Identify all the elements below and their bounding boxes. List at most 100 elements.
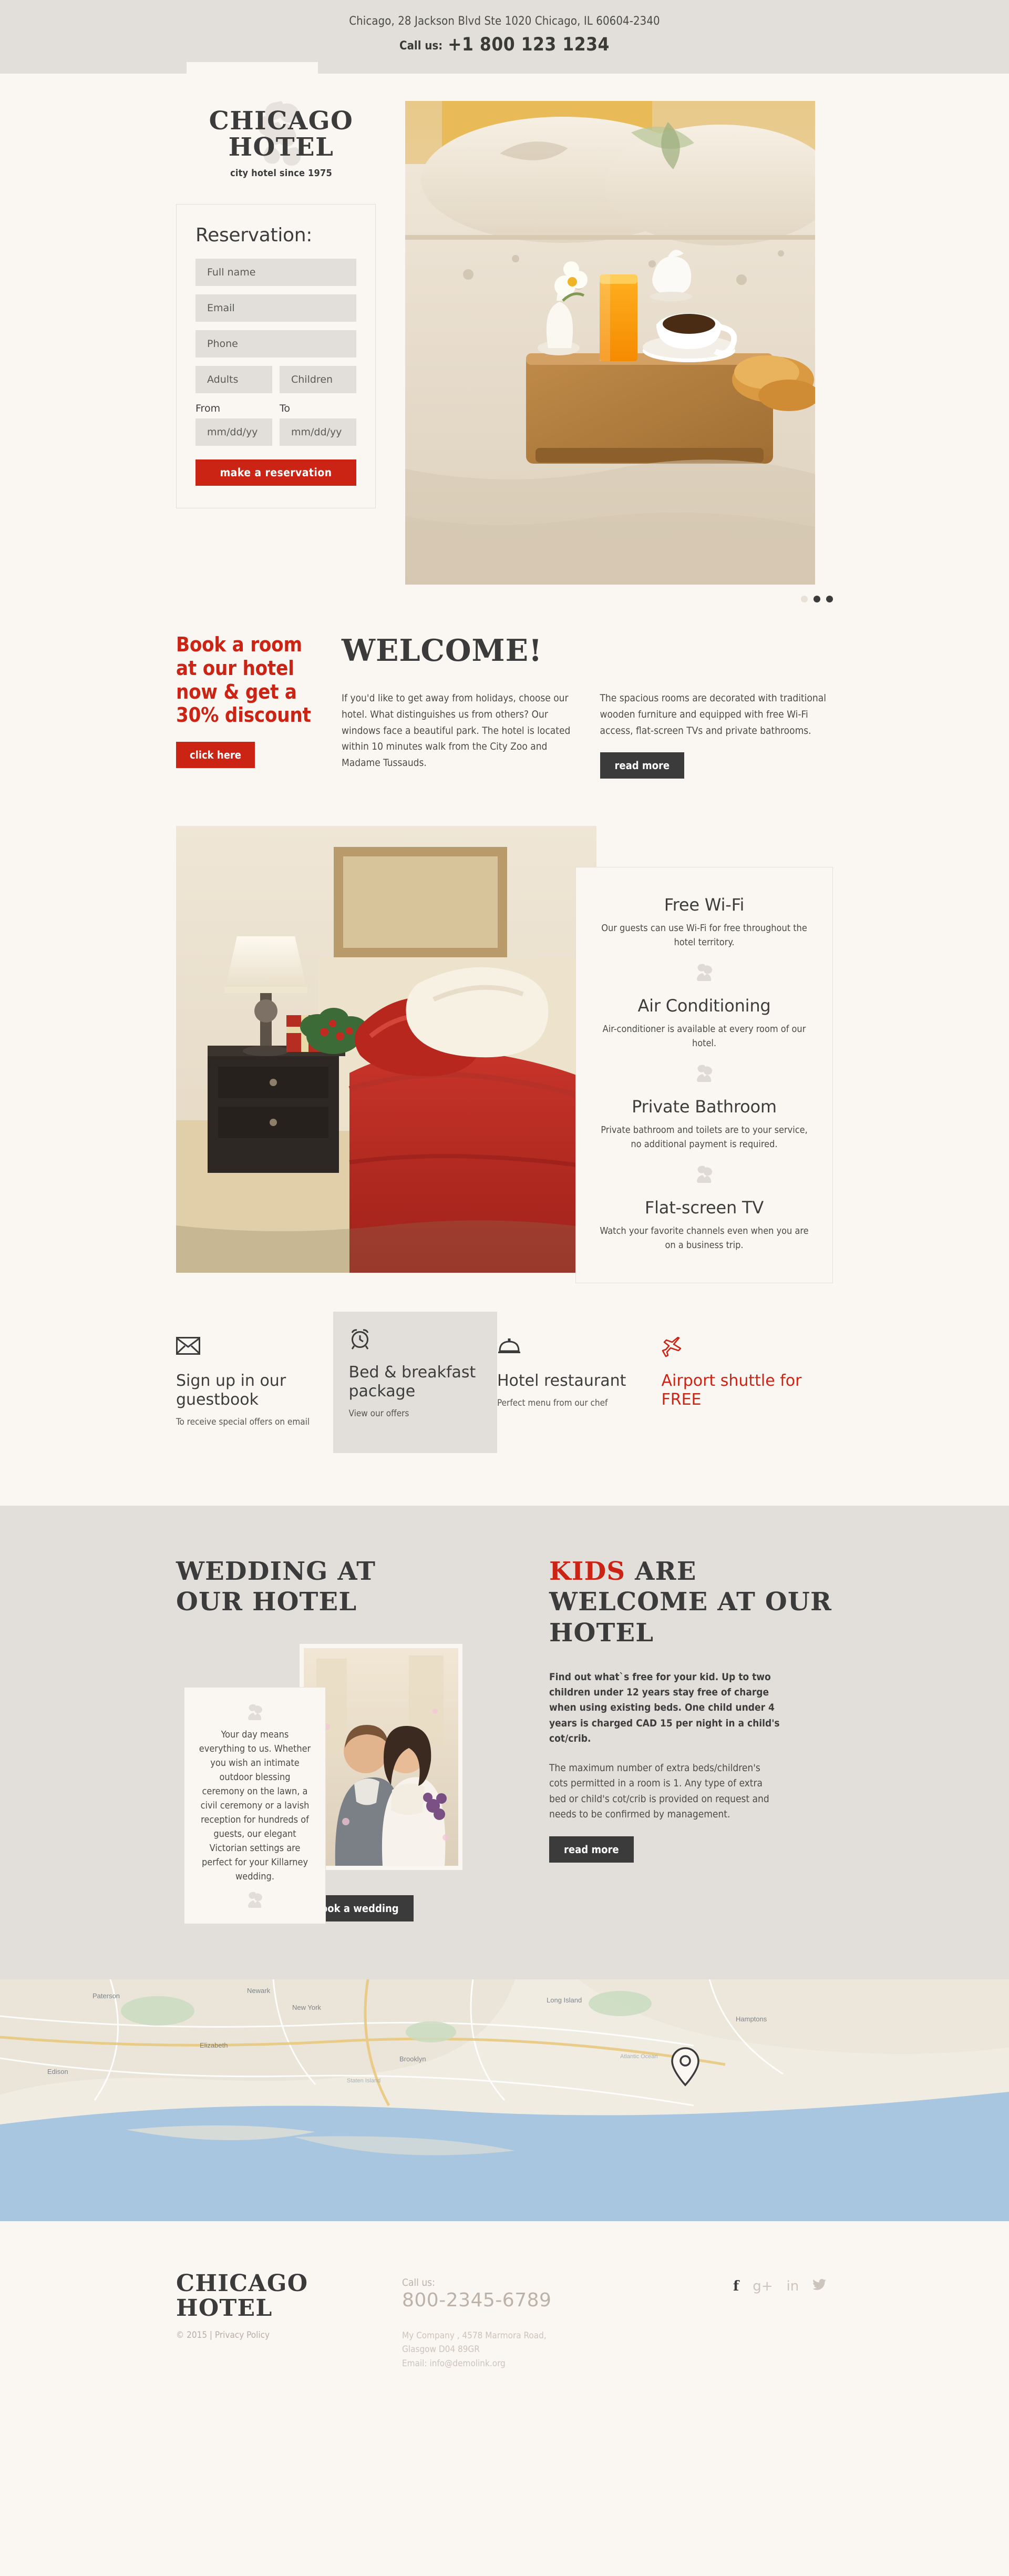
alarm-clock-icon bbox=[349, 1328, 482, 1354]
hero-left-column: Chicago Hotel city hotel since 1975 Rese… bbox=[176, 101, 386, 508]
service-card-guestbook[interactable]: Sign up in our guestbook To receive spec… bbox=[176, 1320, 341, 1453]
feature-item-3: Flat-screen TV Watch your favorite chann… bbox=[599, 1198, 809, 1252]
footer-logo-line2: Hotel bbox=[176, 2294, 273, 2322]
service-card-restaurant[interactable]: Hotel restaurant Perfect menu from our c… bbox=[497, 1320, 662, 1453]
service-card-bed-breakfast[interactable]: Bed & breakfast package View our offers bbox=[333, 1312, 497, 1453]
wedding-quote-box: Your day means everything to us. Whether… bbox=[184, 1687, 326, 1925]
wedding-block: Wedding at our hotel bbox=[176, 1556, 523, 1925]
features-panel: Free Wi-Fi Our guests can use Wi-Fi for … bbox=[575, 867, 833, 1284]
svg-text:Hamptons: Hamptons bbox=[736, 2015, 767, 2023]
welcome-content: Welcome! If you'd like to get away from … bbox=[342, 633, 833, 779]
envelope-icon bbox=[176, 1337, 323, 1362]
page-root: Chicago, 28 Jackson Blvd Ste 1020 Chicag… bbox=[0, 0, 1009, 2416]
welcome-text-1: If you'd like to get away from holidays,… bbox=[342, 692, 571, 769]
floral-ornament-bottom-icon bbox=[248, 1892, 262, 1908]
date-from-label: From bbox=[195, 402, 221, 414]
service-card-airport-shuttle[interactable]: Airport shuttle for FREE bbox=[662, 1320, 826, 1453]
footer-address: My Company , 4578 Marmora Road, Glasgow … bbox=[402, 2329, 733, 2370]
header-call-block: Call us: +1 800 123 1234 bbox=[176, 34, 833, 55]
wedding-heading: Wedding at our hotel bbox=[176, 1556, 523, 1618]
kids-heading-red: Kids bbox=[549, 1556, 626, 1586]
service-title-bed-breakfast: Bed & breakfast package bbox=[348, 1363, 476, 1401]
slider-dot-3[interactable] bbox=[826, 596, 833, 602]
floral-divider-icon bbox=[697, 964, 713, 984]
site-logo[interactable]: Chicago Hotel city hotel since 1975 bbox=[176, 101, 386, 183]
wedding-heading-line2: our hotel bbox=[176, 1587, 357, 1617]
kids-paragraph-bold: Find out what`s free for your kid. Up to… bbox=[549, 1671, 780, 1745]
breakfast-tray-photo bbox=[405, 101, 815, 585]
footer-logo-line1: Chicago bbox=[176, 2270, 308, 2297]
promo-title: Book a room at our hotel now & get a 30%… bbox=[176, 633, 311, 727]
svg-text:Elizabeth: Elizabeth bbox=[200, 2041, 228, 2049]
slider-dots[interactable] bbox=[801, 596, 833, 602]
footer-brand: Chicago Hotel © 2015 | Privacy Policy bbox=[176, 2270, 402, 2340]
footer-contact: Call us: 800-2345-6789 My Company , 4578… bbox=[402, 2272, 733, 2370]
feature-title-3: Flat-screen TV bbox=[644, 1198, 764, 1218]
service-bell-icon bbox=[497, 1337, 644, 1362]
adults-input[interactable] bbox=[195, 365, 272, 393]
map-image: Paterson Newark New York Long Island Eli… bbox=[0, 1979, 1009, 2222]
service-desc-guestbook: To receive special offers on email bbox=[176, 1417, 310, 1428]
reservation-heading: Reservation: bbox=[195, 224, 313, 246]
email-input[interactable] bbox=[195, 294, 356, 322]
feature-item-2: Private Bathroom Private bathroom and to… bbox=[599, 1097, 809, 1151]
footer-address-line2: Glasgow D04 89GR bbox=[402, 2344, 480, 2355]
svg-text:Brooklyn: Brooklyn bbox=[399, 2055, 426, 2063]
phone-input[interactable] bbox=[195, 330, 356, 357]
footer-copyright[interactable]: © 2015 | Privacy Policy bbox=[176, 2330, 402, 2340]
google-plus-icon[interactable]: g+ bbox=[753, 2279, 773, 2293]
welcome-column-2: The spacious rooms are decorated with tr… bbox=[600, 690, 833, 779]
date-to-input[interactable] bbox=[280, 418, 356, 446]
floral-ornament-top-icon bbox=[248, 1704, 262, 1721]
twitter-icon[interactable] bbox=[812, 2279, 827, 2293]
features-section: Free Wi-Fi Our guests can use Wi-Fi for … bbox=[0, 826, 1009, 1320]
slider-dot-2[interactable] bbox=[814, 596, 820, 602]
service-title-restaurant: Hotel restaurant bbox=[497, 1372, 626, 1391]
welcome-text-2: The spacious rooms are decorated with tr… bbox=[600, 692, 826, 737]
wedding-kids-section: Wedding at our hotel bbox=[0, 1505, 1009, 1980]
svg-text:Staten Island: Staten Island bbox=[347, 2078, 380, 2084]
map-pin-icon[interactable] bbox=[670, 2047, 701, 2087]
kids-read-more-button[interactable]: read more bbox=[549, 1836, 634, 1863]
svg-text:Edison: Edison bbox=[47, 2068, 68, 2076]
make-reservation-button[interactable]: make a reservation bbox=[195, 459, 356, 486]
slider-dot-1[interactable] bbox=[801, 596, 808, 602]
services-section: Sign up in our guestbook To receive spec… bbox=[0, 1312, 1009, 1506]
promo-block: Book a room at our hotel now & get a 30%… bbox=[176, 633, 342, 779]
feature-desc-3: Watch your favorite channels even when y… bbox=[600, 1225, 809, 1251]
welcome-read-more-button[interactable]: read more bbox=[600, 752, 685, 779]
wedding-photo-image bbox=[304, 1648, 458, 1866]
click-here-button[interactable]: click here bbox=[176, 742, 255, 769]
header-phone-number[interactable]: +1 800 123 1234 bbox=[448, 34, 610, 55]
feature-desc-0: Our guests can use Wi-Fi for free throug… bbox=[601, 923, 807, 948]
header-address: Chicago, 28 Jackson Blvd Ste 1020 Chicag… bbox=[349, 15, 660, 28]
logo-tagline: city hotel since 1975 bbox=[230, 167, 332, 179]
fullname-input[interactable] bbox=[195, 258, 356, 286]
date-from-input[interactable] bbox=[195, 418, 272, 446]
reservation-form: Reservation: From To bbox=[176, 203, 376, 508]
feature-title-2: Private Bathroom bbox=[632, 1097, 777, 1117]
airplane-icon bbox=[662, 1336, 808, 1362]
service-desc-restaurant: Perfect menu from our chef bbox=[497, 1398, 608, 1409]
feature-item-0: Free Wi-Fi Our guests can use Wi-Fi for … bbox=[599, 895, 809, 949]
bedroom-photo bbox=[176, 826, 596, 1273]
footer-address-line3[interactable]: Email: info@demolink.org bbox=[402, 2358, 506, 2369]
facebook-icon[interactable]: f bbox=[733, 2279, 739, 2293]
hero-slider[interactable] bbox=[405, 101, 815, 585]
linkedin-icon[interactable]: in bbox=[786, 2279, 799, 2293]
location-map[interactable]: Paterson Newark New York Long Island Eli… bbox=[0, 1979, 1009, 2222]
kids-heading: Kids are Welcome at our Hotel bbox=[549, 1556, 833, 1649]
svg-text:New York: New York bbox=[292, 2003, 321, 2011]
header-call-label: Call us: bbox=[399, 39, 443, 53]
footer-logo[interactable]: Chicago Hotel bbox=[176, 2270, 402, 2322]
footer-phone[interactable]: 800-2345-6789 bbox=[402, 2289, 733, 2311]
kids-block: Kids are Welcome at our Hotel Find out w… bbox=[523, 1556, 833, 1921]
feature-title-0: Free Wi-Fi bbox=[664, 895, 745, 915]
service-title-guestbook: Sign up in our guestbook bbox=[176, 1372, 286, 1409]
kids-body: Find out what`s free for your kid. Up to… bbox=[549, 1670, 780, 1863]
bedroom-photo-image bbox=[176, 826, 596, 1273]
welcome-section: Book a room at our hotel now & get a 30%… bbox=[0, 595, 1009, 826]
svg-text:Long Island: Long Island bbox=[547, 1996, 582, 2004]
children-input[interactable] bbox=[280, 365, 356, 393]
svg-text:Paterson: Paterson bbox=[92, 1992, 120, 2000]
